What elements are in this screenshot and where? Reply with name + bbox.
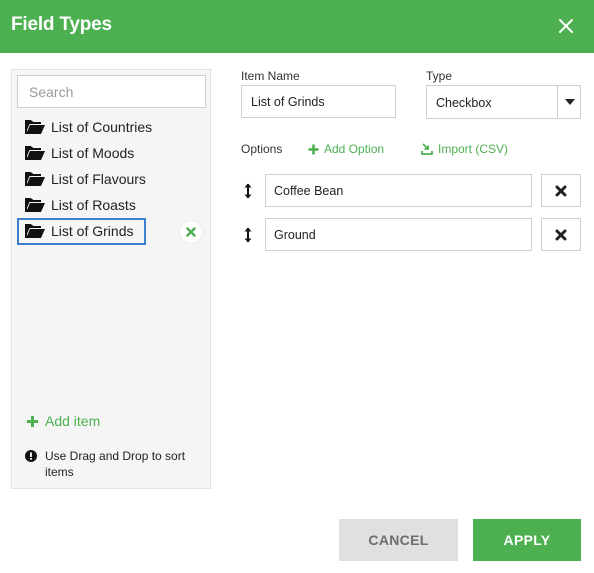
close-icon [555,229,567,240]
info-icon [25,450,37,462]
select-divider [557,86,558,118]
close-icon [555,185,567,196]
add-option-button[interactable]: Add Option [308,142,384,156]
type-label: Type [426,69,453,83]
plus-icon [308,144,319,154]
list-item-label: List of Grinds [51,223,134,239]
list-item[interactable]: List of Countries [17,114,207,140]
search-input[interactable] [17,75,206,108]
list-item-label: List of Roasts [51,197,136,213]
folder-open-icon [25,224,45,238]
folder-open-icon [25,120,45,134]
import-icon [421,143,433,155]
item-name-label: Item Name [241,69,300,83]
options-label: Options [241,142,283,156]
folder-open-icon [25,198,45,212]
item-name-field[interactable] [241,85,396,118]
field-types-sidebar: List of Countries List of Moods List of … [11,69,211,489]
dialog-title: Field Types [11,14,112,35]
list-item-label: List of Countries [51,119,153,135]
apply-button[interactable]: APPLY [473,519,581,561]
list-item[interactable]: List of Flavours [17,166,207,192]
drag-handle-icon[interactable] [243,183,253,199]
add-option-label: Add Option [324,142,385,156]
list-item-label: List of Flavours [51,171,146,187]
caret-down-icon [565,99,575,105]
option-value-field[interactable] [265,174,532,207]
list-item[interactable]: List of Roasts [17,192,207,218]
cancel-button[interactable]: CANCEL [339,519,458,561]
close-icon[interactable] [556,16,576,36]
folder-open-icon [25,172,45,186]
list-item-selected[interactable]: List of Grinds [17,218,207,245]
option-row [241,174,582,208]
folder-open-icon [25,146,45,160]
option-value-field[interactable] [265,218,532,251]
field-type-list: List of Countries List of Moods List of … [17,114,207,245]
type-select-value: Checkbox [436,96,492,110]
delete-option-button[interactable] [541,218,581,251]
dialog-header: Field Types [0,0,594,53]
import-csv-button[interactable]: Import (CSV) [421,142,508,156]
drag-handle-icon[interactable] [243,227,253,243]
add-item-label: Add item [45,413,101,429]
delete-option-button[interactable] [541,174,581,207]
plus-icon [27,415,38,427]
option-row [241,218,582,252]
type-select[interactable]: Checkbox [426,85,581,119]
import-csv-label: Import (CSV) [438,142,509,156]
list-item[interactable]: List of Moods [17,140,207,166]
remove-item-button[interactable] [180,221,202,243]
hint-text: Use Drag and Drop to sort items [45,449,186,479]
list-item-label: List of Moods [51,145,135,161]
drag-drop-hint: Use Drag and Drop to sort items [25,448,205,480]
add-item-button[interactable]: Add item [26,413,100,429]
remove-icon [186,227,196,237]
